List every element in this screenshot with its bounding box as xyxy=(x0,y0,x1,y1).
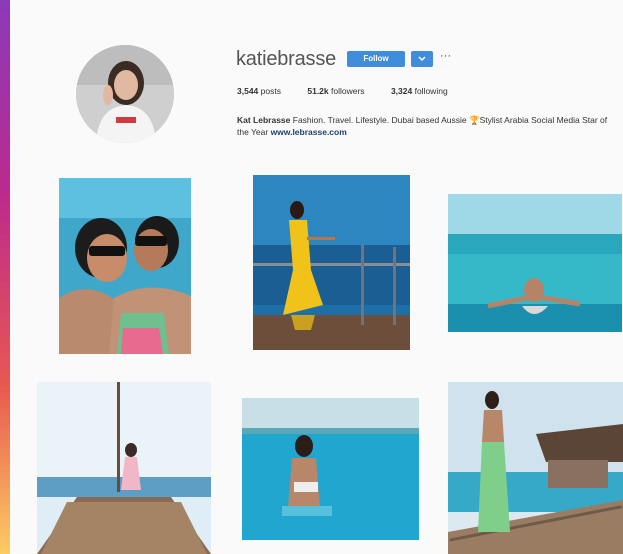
dropdown-button[interactable] xyxy=(411,51,433,67)
post-thumbnail-5[interactable] xyxy=(242,398,419,540)
profile-bio: Kat Lebrasse Fashion. Travel. Lifestyle.… xyxy=(237,114,617,138)
followers-label: followers xyxy=(331,86,365,96)
following-stat[interactable]: 3,324 following xyxy=(391,86,448,96)
post-thumbnail-6[interactable] xyxy=(448,382,623,554)
brand-gradient-strip xyxy=(0,0,10,554)
bio-link[interactable]: www.lebrasse.com xyxy=(271,127,347,137)
post-thumbnail-4[interactable] xyxy=(37,382,211,554)
chevron-down-icon xyxy=(418,56,426,62)
profile-stats: 3,544 posts 51.2k followers 3,324 follow… xyxy=(237,86,472,96)
avatar[interactable] xyxy=(76,45,174,143)
username: katiebrasse xyxy=(236,48,337,70)
post-thumbnail-3[interactable] xyxy=(448,194,622,332)
posts-label: posts xyxy=(260,86,281,96)
followers-count: 51.2k xyxy=(307,86,329,96)
posts-stat[interactable]: 3,544 posts xyxy=(237,86,281,96)
bio-name: Kat Lebrasse xyxy=(237,115,291,125)
following-label: following xyxy=(414,86,448,96)
following-count: 3,324 xyxy=(390,86,413,96)
followers-stat[interactable]: 51.2k followers xyxy=(307,86,364,96)
more-options-icon[interactable]: ··· xyxy=(440,50,454,64)
posts-count: 3,544 xyxy=(237,86,259,96)
post-thumbnail-2[interactable] xyxy=(253,175,410,350)
post-thumbnail-1[interactable] xyxy=(59,178,191,354)
follow-button[interactable]: Follow xyxy=(347,51,405,67)
